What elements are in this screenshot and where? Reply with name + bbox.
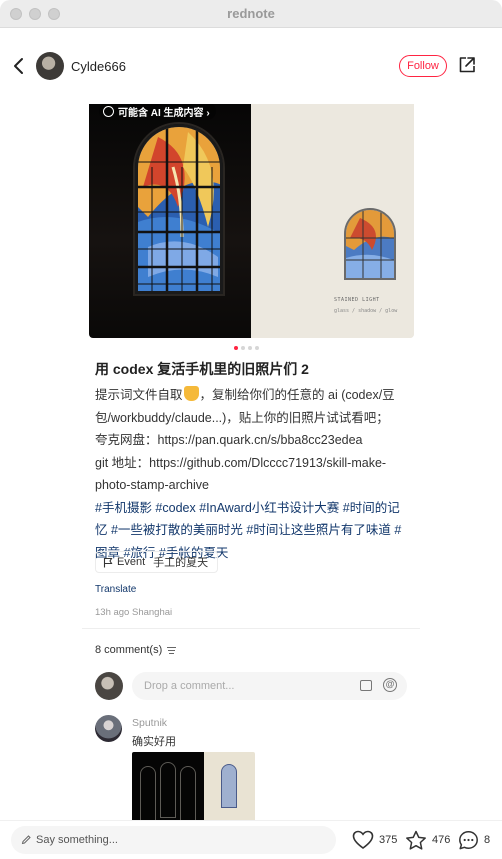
post-title: 用 codex 复活手机里的旧照片们 2 xyxy=(95,361,309,377)
app-window: rednote Cylde666 Follow 可能含 AI 生成内容 › ST… xyxy=(0,0,502,859)
ai-sparkle-icon xyxy=(103,105,114,117)
comment-input[interactable]: Drop a comment... @ xyxy=(132,672,407,700)
author-name[interactable]: Cylde666 xyxy=(71,59,126,74)
comment-text: 确实好用 xyxy=(132,736,176,748)
post-image-carousel[interactable]: 可能含 AI 生成内容 › STAINED LIGHT glass / shad… xyxy=(89,104,414,338)
stamp-card-image: STAINED LIGHT glass / shadow / glow xyxy=(251,104,414,338)
pointing-down-emoji-icon xyxy=(183,386,199,401)
share-icon[interactable] xyxy=(457,55,477,75)
follow-button[interactable]: Follow xyxy=(399,55,447,77)
heart-icon xyxy=(352,830,374,849)
stained-glass-window-image xyxy=(135,124,223,294)
comment-image[interactable] xyxy=(132,752,255,820)
event-chip[interactable]: Event 手工的夏天 xyxy=(95,551,219,573)
bottom-action-bar: Say something... 375 476 8 xyxy=(0,820,502,859)
flag-icon xyxy=(103,557,113,567)
stained-glass-photo: 可能含 AI 生成内容 › xyxy=(89,104,251,338)
author-avatar[interactable] xyxy=(36,52,64,80)
event-label: Event xyxy=(117,556,146,568)
comment-input-placeholder: Drop a comment... xyxy=(144,680,235,692)
hashtag-line[interactable]: 忆 #一些被打散的美丽时光 #时间让这些照片有了味道 # xyxy=(95,519,407,542)
carousel-dot[interactable] xyxy=(255,346,259,350)
ai-badge-label: 可能含 AI 生成内容 › xyxy=(118,107,210,119)
comment-count[interactable]: 8 comment(s) xyxy=(95,644,177,656)
like-button[interactable]: 375 xyxy=(352,828,397,852)
window-title: rednote xyxy=(227,6,275,21)
stamp-window-image xyxy=(344,208,396,280)
like-count: 375 xyxy=(379,834,398,846)
body-line: git 地址：https://github.com/Dlcccc71913/sk… xyxy=(95,455,387,470)
image-icon[interactable] xyxy=(360,680,372,691)
carousel-dot-active[interactable] xyxy=(234,346,238,350)
body-line: photo-stamp-archive xyxy=(95,478,209,492)
body-line: 夸克网盘：https://pan.quark.cn/s/bba8cc23edea xyxy=(95,433,363,447)
sort-icon[interactable] xyxy=(167,646,177,654)
collect-count: 476 xyxy=(432,834,451,846)
back-arrow-icon[interactable] xyxy=(8,54,30,78)
event-name: 手工的夏天 xyxy=(153,557,209,569)
post-time-location: 13h ago Shanghai xyxy=(95,607,173,618)
post-header: Cylde666 Follow xyxy=(0,28,502,104)
body-line: 包/workbuddy/claude...)，贴上你的旧照片试试看吧； xyxy=(95,410,389,425)
title-bar: rednote xyxy=(0,0,502,28)
comment-button[interactable]: 8 xyxy=(458,828,490,852)
say-something-placeholder: Say something... xyxy=(36,834,118,846)
say-something-input[interactable]: Say something... xyxy=(11,826,336,854)
my-avatar xyxy=(95,672,123,700)
stamp-subtitle: glass / shadow / glow xyxy=(334,308,398,314)
post-body: 提示词文件自取 ，复制给你们的任意的 ai (codex/豆 包/workbudd… xyxy=(95,384,407,564)
pencil-icon xyxy=(21,835,31,845)
body-line: 提示词文件自取 ，复制给你们的任意的 ai (codex/豆 xyxy=(95,386,395,402)
comment-avatar[interactable] xyxy=(95,715,122,742)
ai-generated-badge[interactable]: 可能含 AI 生成内容 › xyxy=(99,104,216,120)
mention-icon[interactable]: @ xyxy=(383,678,397,692)
hashtag-line[interactable]: #手机摄影 #codex #InAward小红书设计大赛 #时间的记 xyxy=(95,497,407,520)
translate-link[interactable]: Translate xyxy=(95,584,136,595)
collect-button[interactable]: 476 xyxy=(405,828,450,852)
divider xyxy=(82,628,420,629)
carousel-indicator xyxy=(234,346,259,352)
comment-total-count: 8 xyxy=(484,834,491,846)
star-icon xyxy=(406,830,426,850)
carousel-dot[interactable] xyxy=(248,346,252,350)
comment-count-label: 8 comment(s) xyxy=(95,644,163,656)
comment-bubble-icon xyxy=(459,830,478,849)
carousel-dot[interactable] xyxy=(241,346,245,350)
post-content[interactable]: 可能含 AI 生成内容 › STAINED LIGHT glass / shad… xyxy=(0,104,502,820)
comment-author[interactable]: Sputnik xyxy=(132,717,167,729)
stamp-title: STAINED LIGHT xyxy=(334,297,380,303)
